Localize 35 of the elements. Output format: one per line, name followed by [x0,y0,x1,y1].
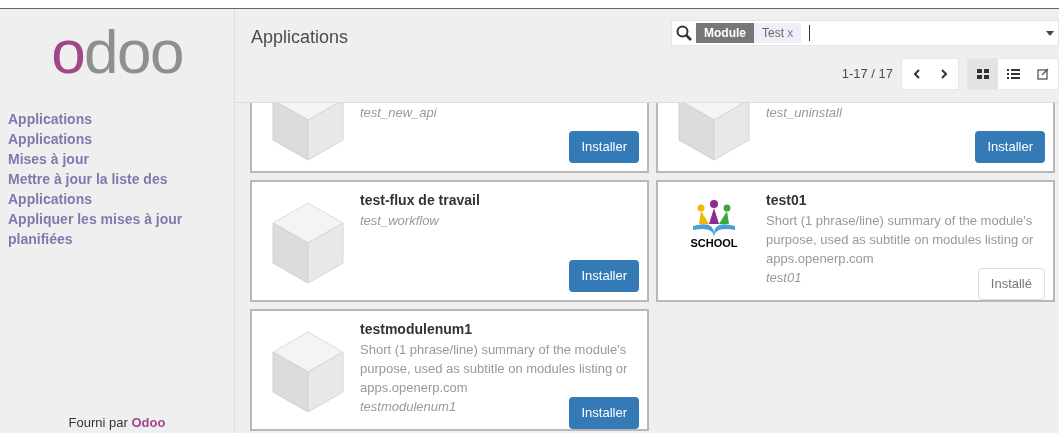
menu-link[interactable]: Mettre à jour la liste des Applications [8,169,218,209]
technical-name: test_workflow [360,212,440,230]
module-title: test-flux de travail [360,191,481,210]
menu-link[interactable]: Appliquer les mises à jour planifiées [8,209,218,249]
install-button[interactable]: Installer [975,131,1045,163]
list-icon [1006,68,1020,80]
facet-label: Module [696,23,754,43]
technical-name: test01 [766,269,803,287]
install-button[interactable]: Installer [569,131,639,163]
technical-name: test_uninstall [766,104,843,122]
search-field[interactable]: Module Test x [671,20,1059,46]
technical-name: testmodulenum1 [360,398,458,416]
page-title: Applications [251,26,350,49]
grid-icon [977,68,989,80]
remove-facet[interactable]: x [787,26,794,40]
module-title: testmodulenum1 [360,320,473,339]
menu-link[interactable]: Applications [8,129,218,149]
menu-link[interactable]: Mises à jour [8,149,218,169]
chevron-right-icon [940,69,948,79]
technical-name: test_new_api [360,104,438,122]
odoo-logo: odoo [51,21,183,83]
install-button[interactable]: Installer [569,260,639,292]
install-button[interactable]: Installer [569,397,639,429]
pager-value: 1-17 / 17 [841,65,893,84]
chevron-left-icon [912,69,920,79]
footer-text: Fourni par Odoo [68,413,166,432]
install-button[interactable]: Installé [977,268,1045,300]
module-title: test01 [766,191,808,210]
facet-value: Test x [754,23,802,43]
menu-link[interactable]: Applications [8,109,218,129]
logo-caption: SCHOOL [690,238,738,249]
search-icon [676,25,692,41]
dropdown-caret-icon[interactable] [1046,30,1054,36]
edit-icon [1037,68,1049,80]
view-switch-button[interactable] [968,59,998,89]
